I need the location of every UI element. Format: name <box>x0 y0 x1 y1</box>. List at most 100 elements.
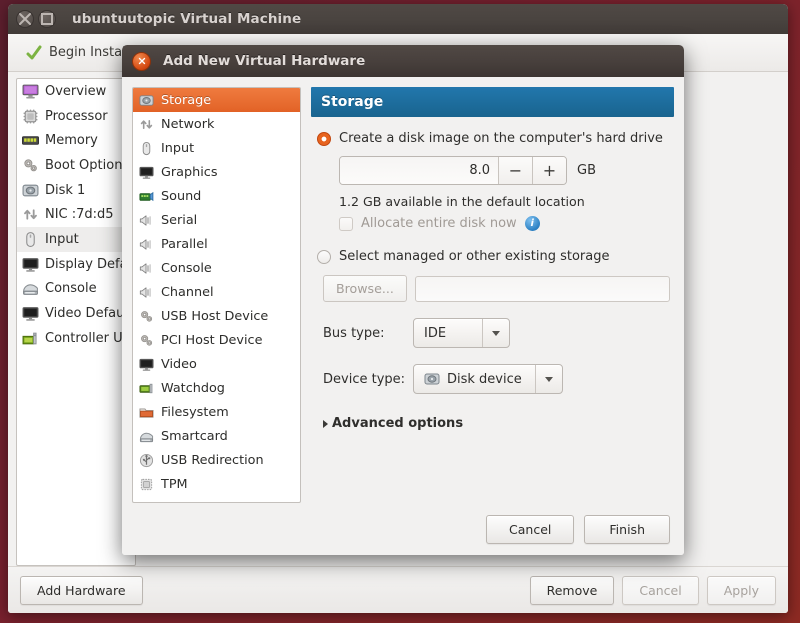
close-icon[interactable] <box>16 10 34 28</box>
allocate-disk-row: Allocate entire disk now i <box>339 216 670 231</box>
add-new-virtual-hardware-dialog: Add New Virtual Hardware StorageNetworkI… <box>122 45 684 555</box>
disk-size-row: 8.0 − + GB <box>339 156 670 185</box>
device-list-item[interactable]: Network <box>133 112 300 136</box>
dialog-close-icon[interactable] <box>132 52 151 71</box>
device-list-item[interactable]: Video <box>133 352 300 376</box>
hardware-list-item[interactable]: Display Default <box>17 252 135 277</box>
display-icon <box>22 256 39 273</box>
advanced-options-toggle[interactable]: Advanced options <box>323 416 670 431</box>
select-existing-label: Select managed or other existing storage <box>339 249 609 264</box>
hardware-list-item-label: Disk 1 <box>45 183 85 198</box>
vm-apply-button[interactable]: Apply <box>707 576 776 605</box>
close-glyph <box>137 56 147 66</box>
watchdog-icon <box>139 381 154 396</box>
device-list-item[interactable]: USB Redirection <box>133 448 300 472</box>
device-list-item[interactable]: Console <box>133 256 300 280</box>
device-type-list[interactable]: StorageNetworkInputGraphics Sound SerialPa… <box>132 87 301 503</box>
hardware-list-item-label: Overview <box>45 84 106 99</box>
device-list-item-label: Sound <box>161 189 201 204</box>
chevron-down-icon[interactable] <box>535 365 562 393</box>
disk-size-decrement-button[interactable]: − <box>498 157 532 184</box>
device-list-item[interactable]: Channel <box>133 280 300 304</box>
hardware-list-item-label: Video Default <box>45 306 133 321</box>
device-type-label: Device type: <box>323 372 413 387</box>
device-list-item[interactable]: USB Host Device <box>133 304 300 328</box>
device-list-item[interactable]: RNG <box>133 496 300 503</box>
hardware-list-item[interactable]: Video Default <box>17 301 135 326</box>
create-disk-option-row[interactable]: Create a disk image on the computer's ha… <box>317 131 670 146</box>
device-list-item[interactable]: Filesystem <box>133 400 300 424</box>
bus-type-combobox[interactable]: IDE <box>413 318 510 348</box>
hardware-list-item-label: Boot Options <box>45 158 129 173</box>
dialog-cancel-button[interactable]: Cancel <box>486 515 574 544</box>
add-hardware-button[interactable]: Add Hardware <box>20 576 143 605</box>
monitor-icon <box>139 165 154 180</box>
hardware-list[interactable]: Overview Processor Memory Boot Options Disk … <box>16 78 136 566</box>
hardware-list-item[interactable]: Memory <box>17 128 135 153</box>
video-icon <box>22 305 39 322</box>
storage-path-input[interactable] <box>415 276 670 302</box>
allocate-disk-checkbox[interactable] <box>339 217 353 231</box>
vm-footer: Add Hardware Remove Cancel Apply <box>8 566 788 613</box>
device-list-item[interactable]: Storage <box>133 88 300 112</box>
serial-icon <box>139 213 154 228</box>
hardware-list-item[interactable]: Console <box>17 277 135 302</box>
device-list-item-label: Channel <box>161 285 214 300</box>
video-icon <box>139 357 154 372</box>
device-type-value-wrap: Disk device <box>414 371 535 387</box>
mouse-icon <box>139 141 154 156</box>
hardware-list-item[interactable]: Input <box>17 227 135 252</box>
disk-icon <box>424 371 440 387</box>
nic-icon <box>22 206 39 223</box>
device-list-item[interactable]: Parallel <box>133 232 300 256</box>
device-list-item[interactable]: TPM <box>133 472 300 496</box>
device-list-item-label: USB Redirection <box>161 453 264 468</box>
vm-cancel-button[interactable]: Cancel <box>622 576 698 605</box>
pci-host-icon <box>139 333 154 348</box>
disk-icon <box>139 93 154 108</box>
chevron-right-icon <box>323 420 328 428</box>
hardware-list-item[interactable]: Boot Options <box>17 153 135 178</box>
device-list-item[interactable]: Input <box>133 136 300 160</box>
disk-size-spinner[interactable]: 8.0 − + <box>339 156 567 185</box>
bus-type-value: IDE <box>414 326 482 341</box>
hardware-list-item[interactable]: NIC :7d:d5 <box>17 202 135 227</box>
vm-window-title: ubuntuutopic Virtual Machine <box>60 11 780 27</box>
device-list-item[interactable]: Smartcard <box>133 424 300 448</box>
create-disk-radio[interactable] <box>317 132 331 146</box>
device-list-item-label: TPM <box>161 477 188 492</box>
select-existing-radio[interactable] <box>317 250 331 264</box>
device-list-item[interactable]: Graphics <box>133 160 300 184</box>
disk-size-value[interactable]: 8.0 <box>340 157 498 184</box>
device-type-combobox[interactable]: Disk device <box>413 364 563 394</box>
dialog-body: StorageNetworkInputGraphics Sound SerialPa… <box>122 77 684 503</box>
select-existing-option-row[interactable]: Select managed or other existing storage <box>317 249 670 264</box>
browse-button[interactable]: Browse... <box>323 275 407 302</box>
hardware-list-item-label: NIC :7d:d5 <box>45 207 114 222</box>
input-icon <box>22 231 39 248</box>
chevron-down-icon[interactable] <box>482 319 509 347</box>
hardware-list-item[interactable]: Controller USB <box>17 326 135 351</box>
console-port-icon <box>139 261 154 276</box>
hardware-list-item[interactable]: Disk 1 <box>17 178 135 203</box>
maximize-icon[interactable] <box>38 10 56 28</box>
hardware-list-item[interactable]: Processor <box>17 104 135 129</box>
storage-options: Create a disk image on the computer's ha… <box>311 117 674 503</box>
checkmark-icon <box>26 45 42 61</box>
hardware-list-item-label: Memory <box>45 133 98 148</box>
device-list-item[interactable]: Watchdog <box>133 376 300 400</box>
device-list-item-label: Video <box>161 357 197 372</box>
device-list-item[interactable]: Serial <box>133 208 300 232</box>
device-list-item-label: USB Host Device <box>161 309 268 324</box>
hardware-list-item[interactable]: Overview <box>17 79 135 104</box>
allocate-disk-label: Allocate entire disk now <box>361 216 517 231</box>
dialog-footer: Cancel Finish <box>122 503 684 555</box>
console-icon <box>22 280 39 297</box>
vm-window-titlebar: ubuntuutopic Virtual Machine <box>8 4 788 34</box>
device-list-item[interactable]: Sound <box>133 184 300 208</box>
device-list-item[interactable]: PCI Host Device <box>133 328 300 352</box>
dialog-finish-button[interactable]: Finish <box>584 515 670 544</box>
remove-button[interactable]: Remove <box>530 576 615 605</box>
info-icon[interactable]: i <box>525 216 540 231</box>
disk-size-increment-button[interactable]: + <box>532 157 566 184</box>
